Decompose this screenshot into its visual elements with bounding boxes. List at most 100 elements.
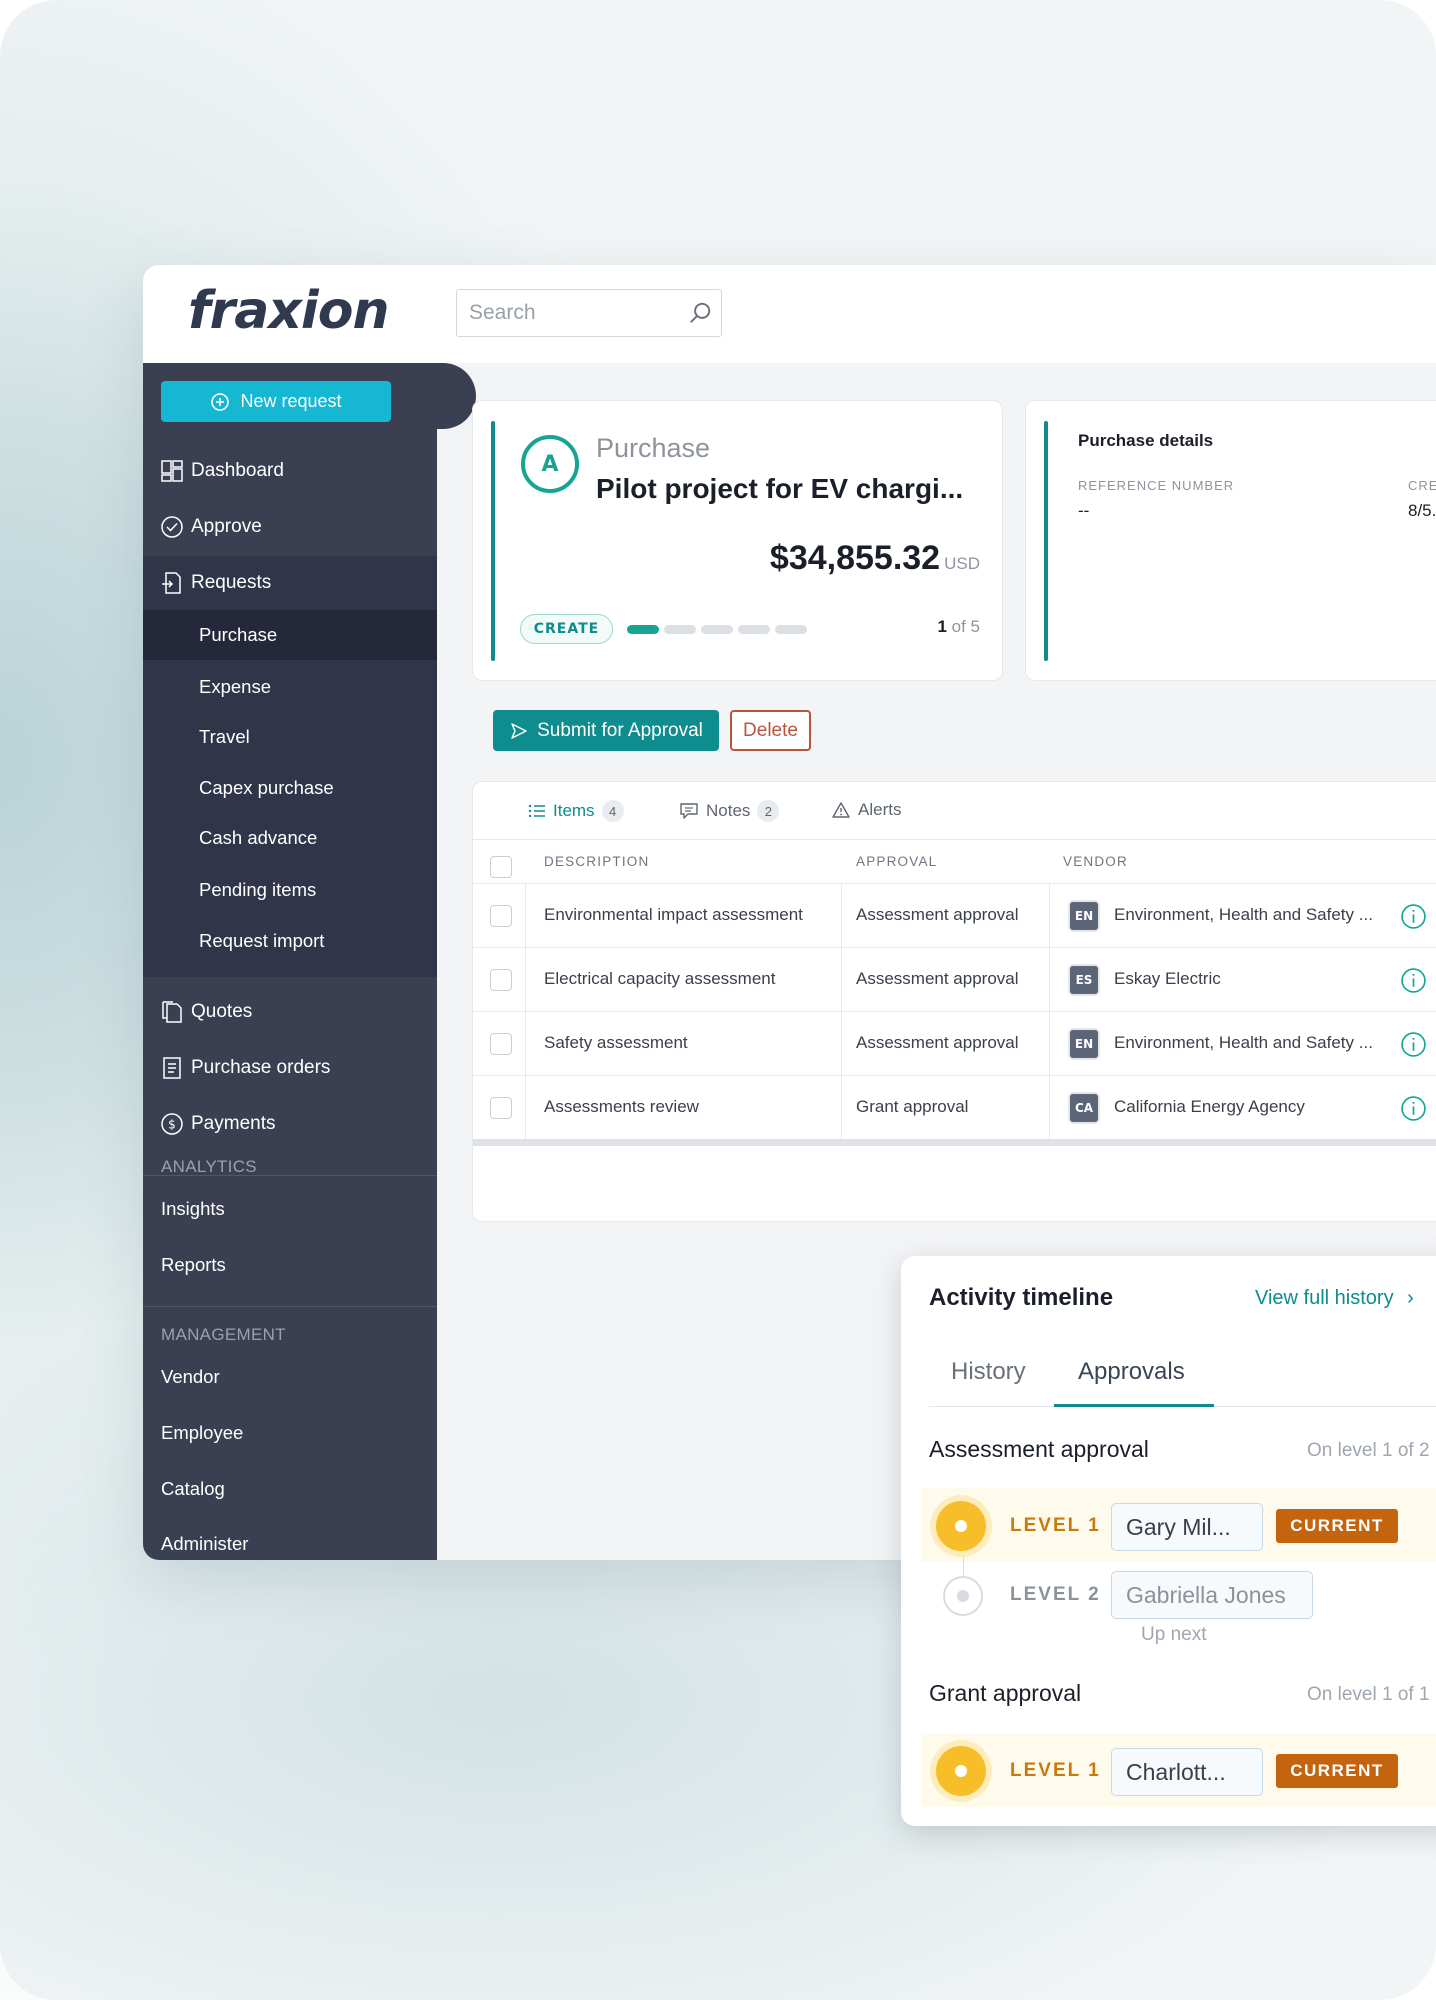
sidebar-item-requests[interactable]: Requests	[143, 556, 437, 610]
vendor-badge: EN	[1068, 900, 1100, 932]
tab-approvals[interactable]: Approvals	[1078, 1358, 1185, 1386]
list-icon	[528, 804, 545, 818]
sidebar-divider	[143, 1306, 437, 1307]
table-row[interactable]: Safety assessment Assessment approval EN…	[473, 1011, 1436, 1076]
tab-alerts[interactable]: Alerts	[831, 800, 901, 820]
search-box[interactable]	[456, 289, 722, 337]
submit-for-approval-button[interactable]: Submit for Approval	[493, 710, 719, 751]
select-all-checkbox[interactable]	[490, 856, 512, 878]
row-checkbox[interactable]	[490, 1097, 512, 1119]
progress-segment	[701, 625, 733, 634]
delete-button[interactable]: Delete	[730, 710, 811, 751]
purchase-details-card: Purchase details REFERENCE NUMBER -- CRE…	[1025, 400, 1436, 681]
sidebar-item-approve[interactable]: Approve	[143, 500, 437, 554]
purchase-orders-icon	[159, 1055, 185, 1081]
vendor-badge: CA	[1068, 1092, 1100, 1124]
amount-currency: USD	[944, 554, 980, 573]
sidebar-subitem-request-import[interactable]: Request import	[143, 916, 437, 966]
info-icon[interactable]	[1400, 1095, 1427, 1122]
assessment-approval-title: Assessment approval	[929, 1436, 1149, 1462]
table-row[interactable]: Electrical capacity assessment Assessmen…	[473, 947, 1436, 1012]
row-checkbox[interactable]	[490, 969, 512, 991]
approval-level-row: LEVEL 1 Charlott... CURRENT	[921, 1733, 1436, 1807]
horizontal-scrollbar[interactable]	[473, 1139, 1436, 1146]
item-vendor: Eskay Electric	[1114, 969, 1221, 988]
tab-notes[interactable]: Notes 2	[679, 800, 780, 822]
send-icon	[511, 722, 527, 739]
request-amount: $34,855.32 USD	[770, 539, 980, 578]
amount-value: $34,855.32	[769, 539, 941, 577]
plus-circle-icon	[211, 392, 230, 411]
row-checkbox[interactable]	[490, 905, 512, 927]
reference-number-value: --	[1078, 501, 1090, 520]
items-tabs: Items 4 Notes 2 Alerts	[473, 782, 1436, 840]
sidebar-item-insights[interactable]: Insights	[161, 1198, 225, 1220]
up-next-note: Up next	[1141, 1624, 1207, 1645]
sidebar-item-payments[interactable]: $ Payments	[143, 1097, 437, 1151]
status-badge: CURRENT	[1276, 1509, 1398, 1543]
sidebar-item-reports[interactable]: Reports	[161, 1254, 226, 1276]
check-circle-icon	[159, 514, 185, 540]
sidebar-item-quotes[interactable]: Quotes	[143, 985, 437, 1039]
sidebar-item-catalog[interactable]: Catalog	[161, 1478, 225, 1500]
sidebar-item-purchase-orders[interactable]: Purchase orders	[143, 1041, 437, 1095]
sidebar-item-label: Dashboard	[191, 460, 284, 481]
sidebar-subitem-expense[interactable]: Expense	[143, 662, 437, 712]
approver-chip[interactable]: Gabriella Jones	[1111, 1571, 1313, 1619]
info-icon[interactable]	[1400, 1031, 1427, 1058]
tab-history[interactable]: History	[951, 1358, 1026, 1386]
new-request-button[interactable]: New request	[161, 381, 391, 422]
progress-segment	[738, 625, 770, 634]
progress-segment	[775, 625, 807, 634]
tab-label: Notes	[706, 801, 751, 820]
approver-chip[interactable]: Charlott...	[1111, 1748, 1263, 1796]
item-approval: Assessment approval	[856, 1033, 1019, 1052]
created-label: CRE	[1408, 478, 1436, 493]
sidebar-collapse-tab[interactable]	[413, 363, 476, 429]
count-badge: 2	[757, 800, 780, 822]
analytics-section-label: ANALYTICS	[161, 1157, 257, 1176]
item-approval: Grant approval	[856, 1097, 969, 1116]
vendor-badge: EN	[1068, 1028, 1100, 1060]
column-header-approval[interactable]: APPROVAL	[856, 854, 937, 869]
approver-chip[interactable]: Gary Mil...	[1111, 1503, 1263, 1551]
assessment-level-status: On level 1 of 2	[1307, 1440, 1430, 1461]
column-header-vendor[interactable]: VENDOR	[1063, 854, 1128, 869]
sidebar-item-employee[interactable]: Employee	[161, 1422, 243, 1444]
step-current: 1	[937, 617, 947, 636]
sidebar-item-administer[interactable]: Administer	[161, 1533, 248, 1555]
svg-text:$: $	[168, 1118, 176, 1132]
info-icon[interactable]	[1400, 903, 1427, 930]
sidebar-item-vendor[interactable]: Vendor	[161, 1366, 220, 1388]
sidebar-item-label: Purchase orders	[191, 1057, 331, 1078]
sidebar-subitem-travel[interactable]: Travel	[143, 712, 437, 762]
level-label: LEVEL 1	[1010, 1760, 1101, 1781]
sidebar-item-dashboard[interactable]: Dashboard	[143, 444, 437, 498]
warning-icon	[832, 802, 850, 818]
column-header-description[interactable]: DESCRIPTION	[544, 854, 649, 869]
sidebar-item-label: Approve	[191, 516, 262, 537]
search-icon[interactable]	[687, 300, 713, 326]
top-bar: fraxion	[143, 265, 1436, 363]
info-icon[interactable]	[1400, 967, 1427, 994]
search-input[interactable]	[457, 290, 677, 335]
count-badge: 4	[601, 800, 624, 822]
table-row[interactable]: Environmental impact assessment Assessme…	[473, 883, 1436, 948]
item-description: Environmental impact assessment	[544, 905, 803, 924]
table-row[interactable]: Assessments review Grant approval CA Cal…	[473, 1075, 1436, 1140]
view-full-history-link[interactable]: View full history ›	[1255, 1287, 1414, 1310]
sidebar-subitem-cash-advance[interactable]: Cash advance	[143, 813, 437, 863]
sidebar-subitem-pending-items[interactable]: Pending items	[143, 865, 437, 915]
item-description: Safety assessment	[544, 1033, 688, 1052]
row-checkbox[interactable]	[490, 1033, 512, 1055]
sidebar-subitem-capex-purchase[interactable]: Capex purchase	[143, 763, 437, 813]
sidebar-subitem-purchase[interactable]: Purchase	[143, 610, 437, 660]
tab-items[interactable]: Items 4	[528, 800, 624, 822]
grant-level-status: On level 1 of 1	[1307, 1684, 1430, 1705]
item-vendor: California Energy Agency	[1114, 1097, 1305, 1116]
request-summary-card: A Purchase Pilot project for EV chargi..…	[472, 400, 1003, 681]
reference-number-label: REFERENCE NUMBER	[1078, 478, 1235, 493]
quotes-icon	[159, 999, 185, 1025]
item-vendor: Environment, Health and Safety ...	[1114, 1033, 1373, 1052]
approval-level-row: LEVEL 1 Gary Mil... CURRENT	[921, 1488, 1436, 1562]
